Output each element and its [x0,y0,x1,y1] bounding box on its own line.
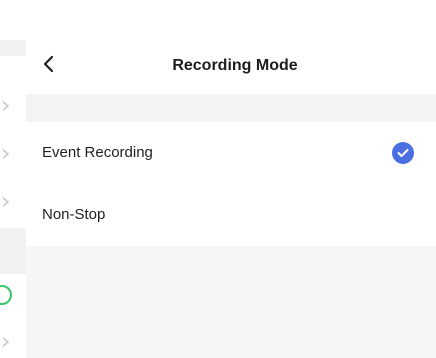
underlying-section-band [0,40,26,56]
option-event-recording[interactable]: Event Recording [26,122,436,184]
chevron-right-icon [2,149,12,159]
page-title: Recording Mode [172,57,298,74]
underlying-section-band [0,228,26,274]
status-bar [0,0,436,40]
chevron-right-icon [2,101,12,111]
recording-mode-options: Event Recording Non-Stop [26,122,436,246]
chevron-right-icon [2,197,12,207]
option-label: Non-Stop [42,206,106,223]
option-non-stop[interactable]: Non-Stop [26,184,436,246]
chevron-right-icon [2,337,12,347]
underlying-settings-list [0,40,26,358]
checkmark-icon [392,142,414,164]
nav-bar: Recording Mode [26,40,436,94]
section-spacer [26,94,436,122]
empty-area [26,246,436,358]
option-label: Event Recording [42,144,153,161]
status-circle-icon [0,285,12,305]
screen: Recording Mode Event Recording Non-Stop [0,0,436,358]
recording-mode-panel: Recording Mode Event Recording Non-Stop [26,40,436,358]
